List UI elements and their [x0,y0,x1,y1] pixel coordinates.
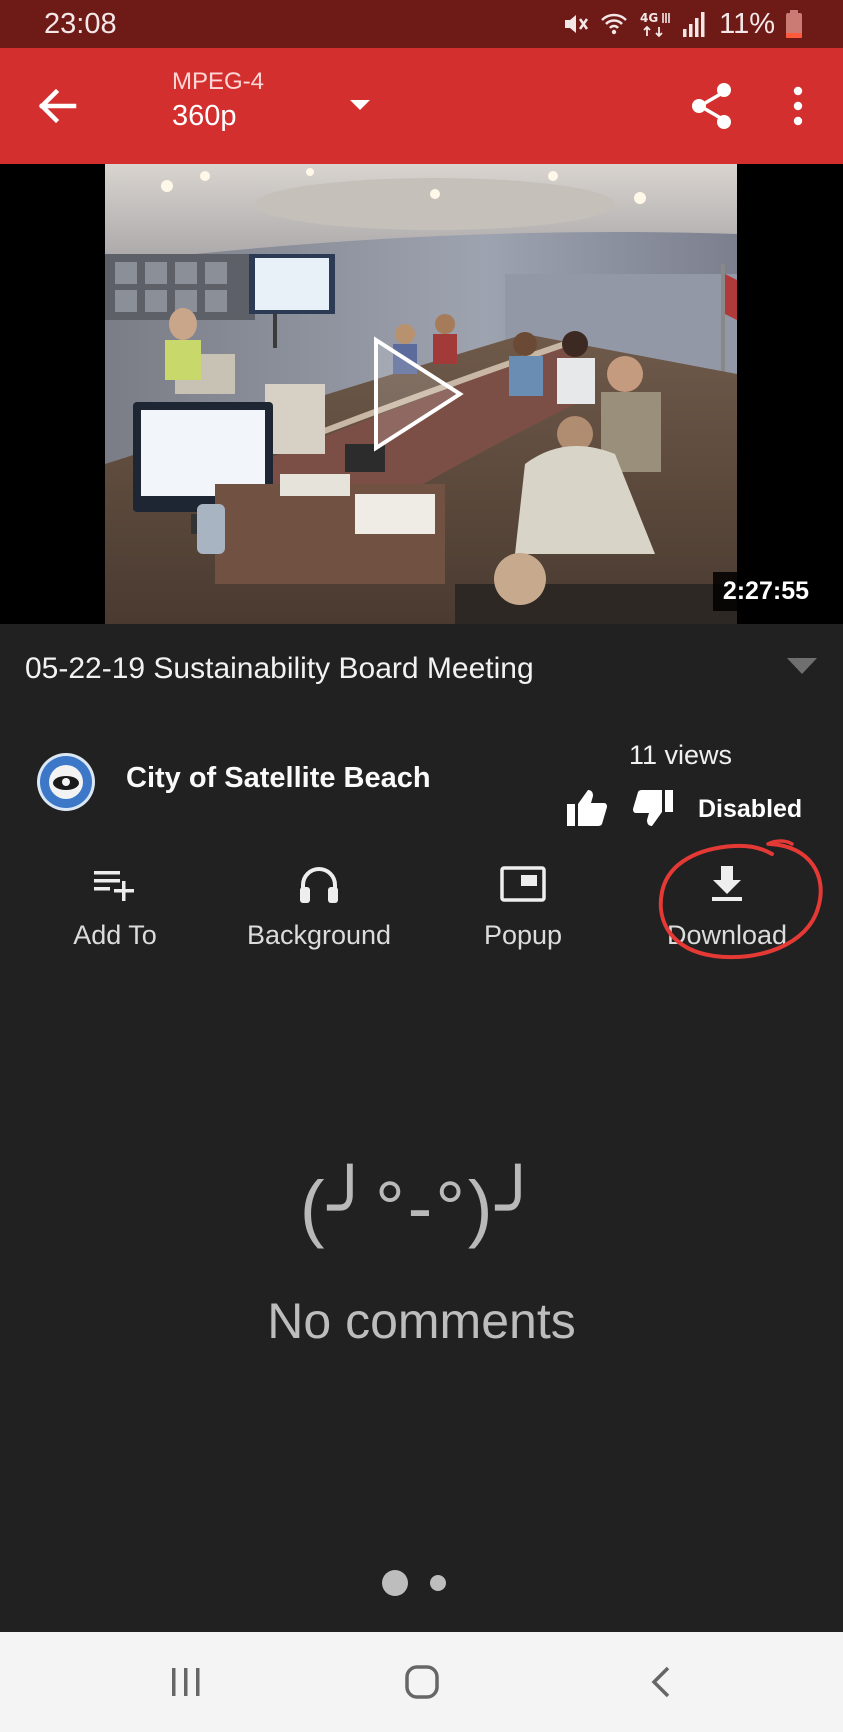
wifi-icon [601,13,627,35]
channel-name[interactable]: City of Satellite Beach [126,762,431,795]
rating-status: Disabled [698,795,803,823]
svg-text:4G: 4G [640,11,658,25]
background-label: Background [246,920,392,950]
background-button[interactable]: Background [224,860,414,960]
status-bar: 23:08 4G 11% [0,0,843,48]
status-time: 23:08 [44,8,117,40]
signal-icon [683,12,705,37]
play-icon[interactable] [368,334,468,454]
download-label: Download [666,920,788,950]
add-to-button[interactable]: Add To [20,860,210,960]
view-count: 11 views [629,740,733,770]
arrow-drop-down-icon [350,100,370,110]
resolution-label: 360p [172,100,237,132]
arrow-back-icon [38,88,77,124]
back-button[interactable] [30,78,86,134]
share-button[interactable] [686,78,738,134]
navigation-bar [0,1632,843,1732]
video-title: 05-22-19 Sustainability Board Meeting [25,652,534,685]
popup-label: Popup [483,920,563,950]
toolbar: MPEG-4 360p [0,48,843,164]
quality-selector[interactable]: MPEG-4 360p [172,68,382,148]
playlist-add-icon [94,871,134,901]
duration-badge: 2:27:55 [712,572,819,611]
download-icon [712,866,742,901]
page-dot[interactable] [430,1575,446,1591]
add-to-label: Add To [73,920,157,950]
status-icons: 4G 11% [561,6,803,42]
mute-vibrate-icon [565,15,589,33]
page-dot-active[interactable] [382,1570,408,1596]
headphones-icon [300,867,338,903]
expand-description-icon[interactable] [786,656,818,676]
battery-icon [786,10,802,38]
more-options-button[interactable] [778,78,818,134]
picture-in-picture-icon [500,866,546,902]
battery-percent: 11% [719,7,775,40]
share-icon [692,83,731,129]
more-vert-icon [793,86,803,126]
empty-state-emoticon: (╯°-°)╯ [299,1166,544,1249]
empty-state-message: No comments [267,1293,576,1349]
popup-button[interactable]: Popup [428,860,618,960]
thumbs-down-icon [633,790,673,826]
video-player[interactable]: 2:27:55 [0,164,843,624]
nav-back-icon[interactable] [646,1662,676,1702]
page-indicator [382,1570,446,1596]
lte-icon: 4G [640,11,670,38]
channel-avatar[interactable] [36,752,96,812]
recents-icon[interactable] [168,1662,204,1702]
format-label: MPEG-4 [172,68,265,95]
screen: 23:08 4G 11% MPEG-4 360p 2:27:55 05-22-1… [0,0,843,1732]
download-button[interactable]: Download [632,860,822,960]
thumbs-up-icon [567,790,607,826]
home-icon[interactable] [404,1662,440,1702]
